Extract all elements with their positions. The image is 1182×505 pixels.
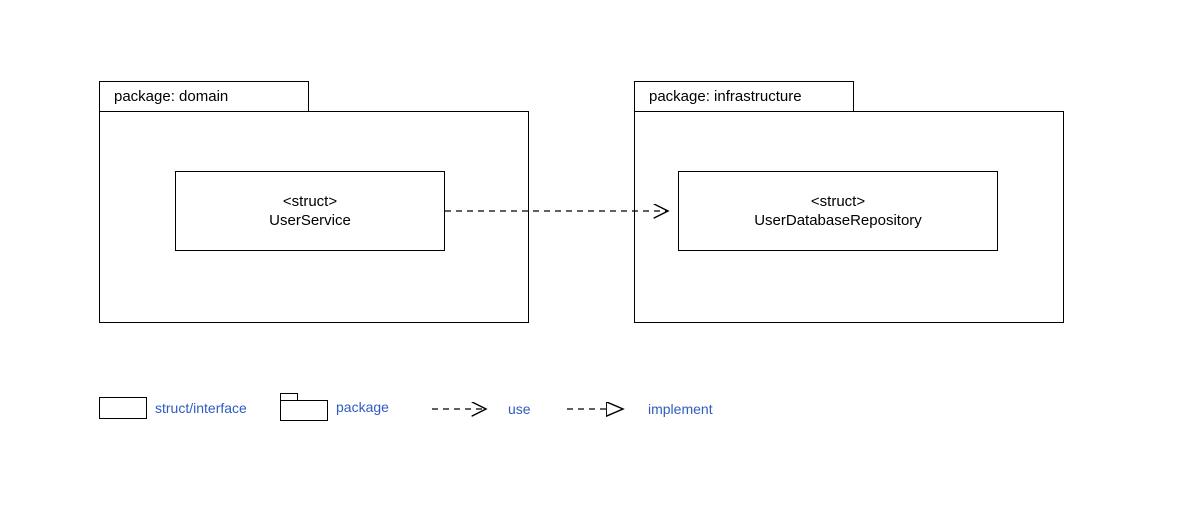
package-infrastructure-tab: package: infrastructure bbox=[634, 81, 854, 111]
uml-diagram: package: domain <struct> UserService pac… bbox=[0, 0, 1182, 505]
legend-use-arrow-icon bbox=[430, 400, 500, 418]
legend-package-icon bbox=[280, 393, 328, 421]
struct-user-service: <struct> UserService bbox=[175, 171, 445, 251]
legend-implement: implement bbox=[565, 400, 713, 418]
struct-user-database-repository: <struct> UserDatabaseRepository bbox=[678, 171, 998, 251]
struct-user-service-name: UserService bbox=[269, 211, 351, 231]
package-domain-label: package: domain bbox=[114, 88, 228, 105]
struct-user-database-repository-stereotype: <struct> bbox=[811, 192, 865, 212]
legend-package-label: package bbox=[336, 399, 389, 415]
legend-implement-label: implement bbox=[648, 401, 713, 417]
legend-struct-interface: struct/interface bbox=[99, 397, 247, 419]
legend-use-label: use bbox=[508, 401, 531, 417]
package-domain-tab: package: domain bbox=[99, 81, 309, 111]
legend-struct-label: struct/interface bbox=[155, 400, 247, 416]
struct-user-service-stereotype: <struct> bbox=[283, 192, 337, 212]
legend-implement-arrow-icon bbox=[565, 400, 640, 418]
struct-user-database-repository-name: UserDatabaseRepository bbox=[754, 211, 922, 231]
legend-box-icon bbox=[99, 397, 147, 419]
legend-package: package bbox=[280, 393, 389, 421]
legend-use: use bbox=[430, 400, 531, 418]
package-infrastructure-label: package: infrastructure bbox=[649, 88, 802, 105]
